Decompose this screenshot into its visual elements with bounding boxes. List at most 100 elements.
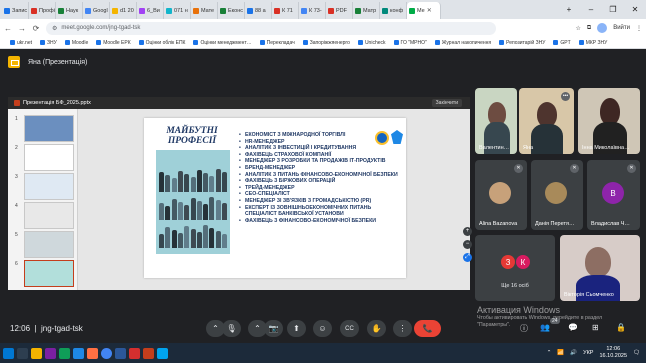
others-tile[interactable]: З К Ще 16 осіб — [475, 235, 555, 301]
volume-icon[interactable]: 🔊 — [570, 350, 577, 356]
new-tab-button[interactable]: + — [558, 5, 580, 14]
slide-thumbnail[interactable]: 2 — [15, 144, 74, 171]
word-icon[interactable] — [115, 347, 126, 359]
url-field[interactable]: ⚙ meet.google.com/jng-tgad-tsk — [46, 21, 496, 35]
chat-icon[interactable]: 💬 — [568, 323, 578, 332]
profile-avatar[interactable] — [597, 23, 608, 33]
app-icon[interactable] — [45, 347, 56, 359]
bookmark-item[interactable]: Перекладач — [259, 40, 295, 46]
fit-screen-icon[interactable]: ⤢ — [463, 253, 472, 262]
bookmark-item[interactable]: ГО "МРНО" — [393, 40, 427, 46]
bookmark-item[interactable]: Репозитарій ЗНУ — [499, 40, 545, 46]
bookmark-item[interactable]: МКР ЗНУ — [578, 40, 607, 46]
browser-tab[interactable]: d1 20 — [110, 2, 137, 19]
participant-tile-5[interactable]: ✕ Данія Перетя… — [531, 160, 583, 230]
bookmark-item[interactable]: ЗНУ — [40, 40, 57, 46]
participant-tile-4[interactable]: ✕ Alina Bazanova — [475, 160, 527, 230]
browser-tab[interactable]: конф — [380, 2, 407, 19]
browser-tab[interactable]: Запис — [2, 2, 29, 19]
menu-icon[interactable]: ⋮ — [636, 25, 642, 32]
sign-out-button[interactable]: Вийти — [613, 25, 630, 31]
participant-tile-7[interactable]: Вікторія Сьомченко — [560, 235, 640, 301]
tab-favicon-icon — [112, 7, 118, 14]
bookmark-item[interactable]: Moodle — [64, 40, 88, 46]
shared-screen[interactable]: Презентація БФ_2025.pptx Закінчити 1 2 3 4 5… — [8, 97, 472, 290]
file-explorer-icon[interactable] — [31, 347, 42, 359]
meeting-details-icon[interactable]: ⓘ — [520, 323, 528, 334]
site-info-icon[interactable]: ⚙ — [52, 25, 57, 32]
windows-start-icon[interactable] — [3, 347, 14, 359]
app-icon[interactable] — [59, 347, 70, 359]
slide-thumbnail[interactable]: 3 — [15, 173, 74, 200]
participant-tile-6[interactable]: В ✕ Владислав Ч… — [587, 160, 640, 230]
powerpoint-taskbar-icon[interactable] — [143, 347, 154, 359]
activities-icon[interactable]: ⊞ — [592, 323, 599, 332]
host-controls-icon[interactable]: 🔒 — [616, 323, 626, 332]
tab-close-icon[interactable]: ✕ — [427, 7, 432, 14]
close-window-button[interactable]: ✕ — [624, 5, 646, 14]
app-icon[interactable] — [157, 347, 168, 359]
bookmark-item[interactable]: Журнал накопичення — [434, 40, 491, 46]
tab-favicon-icon — [31, 7, 37, 14]
people-icon[interactable]: 👥 — [540, 323, 550, 332]
stop-presenting-button[interactable]: Закінчити — [431, 99, 462, 107]
camera-button[interactable]: 📷 — [264, 320, 283, 337]
slide-thumbnail[interactable]: 6 — [15, 260, 74, 287]
participant-video — [585, 247, 611, 277]
bookmark-item[interactable]: ukr.net — [10, 40, 32, 46]
extensions-icon[interactable]: ⧉ — [587, 25, 591, 32]
browser-tab[interactable]: Мате — [191, 2, 218, 19]
notifications-icon[interactable]: 🗨 — [633, 350, 640, 356]
microphone-button[interactable]: 🎙 — [222, 320, 241, 337]
maximize-button[interactable]: ❐ — [602, 5, 624, 14]
language-indicator[interactable]: УКР — [583, 350, 593, 356]
bookmark-favicon-icon — [259, 40, 265, 45]
slide-thumbnail[interactable]: 5 — [15, 231, 74, 258]
browser-tab[interactable]: Матр — [353, 2, 380, 19]
minimize-button[interactable]: – — [580, 5, 602, 14]
more-options-button[interactable]: ⋮ — [393, 320, 412, 337]
bookmark-item[interactable]: Moodle ЕРК — [96, 40, 131, 46]
browser-tab[interactable]: Профі — [29, 2, 56, 19]
raise-hand-button[interactable]: ✋ — [367, 320, 386, 337]
captions-button[interactable]: CC — [340, 320, 359, 337]
slide-thumbnail[interactable]: 1 — [15, 115, 74, 142]
network-icon[interactable]: 📶 — [557, 350, 564, 356]
edge-browser-icon[interactable] — [73, 347, 84, 359]
participant-tile-3[interactable]: Інна Миколаївна… — [578, 88, 640, 154]
emoji-reaction-button[interactable]: ☺ — [313, 320, 332, 337]
participant-tile-1[interactable]: Валентин… — [475, 88, 517, 154]
browser-tab[interactable]: К 71 — [272, 2, 299, 19]
back-icon[interactable]: ← — [4, 24, 12, 33]
bookmark-star-icon[interactable]: ☆ — [576, 25, 581, 32]
firefox-icon[interactable] — [87, 347, 98, 359]
forward-icon[interactable]: → — [18, 24, 26, 33]
bookmark-item[interactable]: Запоріжжяенерго — [302, 40, 350, 46]
bookmark-item[interactable]: GPT — [553, 40, 571, 46]
reload-icon[interactable]: ⟳ — [32, 24, 40, 33]
zoom-in-icon[interactable]: + — [463, 227, 472, 236]
browser-tab[interactable]: Googl — [83, 2, 110, 19]
browser-tab[interactable]: 88 а — [245, 2, 272, 19]
zoom-out-icon[interactable]: − — [463, 240, 472, 249]
browser-tab[interactable]: К 73- — [299, 2, 326, 19]
browser-tab[interactable]: Ме ✕ — [407, 2, 441, 19]
browser-tab[interactable]: Еконс — [218, 2, 245, 19]
bookmark-item[interactable]: Оцінки облік ЕПК — [138, 40, 185, 46]
browser-tab[interactable]: 6_Ви — [137, 2, 164, 19]
bookmark-item[interactable]: Оцінки менеджмент… — [193, 40, 252, 46]
present-screen-button[interactable]: ⬆ — [287, 320, 306, 337]
participant-tile-2[interactable]: ••• Яна — [519, 88, 574, 154]
search-icon[interactable] — [17, 347, 28, 359]
participant-name: Інна Миколаївна… — [582, 145, 630, 151]
taskbar-clock[interactable]: 12:06 16.10.2025 — [599, 346, 627, 360]
chrome-icon[interactable] — [101, 347, 112, 359]
end-call-button[interactable]: 📞 — [414, 320, 441, 337]
bookmark-item[interactable]: Unicheck — [357, 40, 386, 46]
browser-tab[interactable]: PDF — [326, 2, 353, 19]
slide-thumbnail[interactable]: 4 — [15, 202, 74, 229]
browser-tab[interactable]: 071 н — [164, 2, 191, 19]
browser-tab[interactable]: Наук — [56, 2, 83, 19]
tray-chevron-icon[interactable]: ⌃ — [547, 350, 552, 356]
acrobat-icon[interactable] — [129, 347, 140, 359]
